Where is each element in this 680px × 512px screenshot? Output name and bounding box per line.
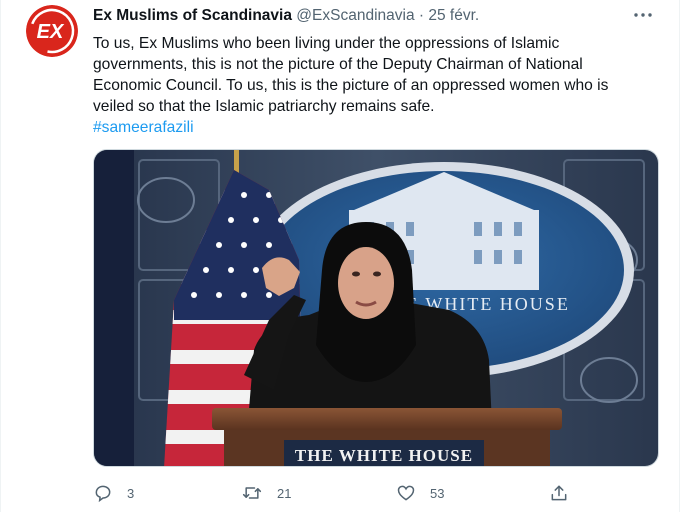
avatar[interactable]: EX — [26, 5, 78, 57]
podium-text: THE WHITE HOUSE — [295, 446, 473, 465]
like-count: 53 — [430, 485, 445, 501]
share-button[interactable] — [549, 480, 569, 506]
reply-bubble-icon — [93, 483, 113, 503]
reply-count: 3 — [127, 485, 135, 501]
hashtag-link[interactable]: #sameerafazili — [93, 117, 194, 138]
more-dots-icon[interactable] — [631, 6, 655, 24]
share-upload-icon — [549, 483, 569, 503]
tweet-photo[interactable]: THE WHITE HOUSE THE WHITE HOUSE — [93, 149, 659, 467]
tweet-card[interactable]: EX Ex Muslims of Scandinavia @ExScandina… — [0, 0, 680, 512]
retweet-arrows-icon — [241, 483, 263, 503]
tweet-header: Ex Muslims of Scandinavia @ExScandinavia… — [93, 6, 619, 28]
like-button[interactable]: 53 — [396, 480, 444, 506]
tweet-actions: 3 21 53 — [93, 480, 573, 506]
heart-icon — [396, 483, 416, 503]
author-handle[interactable]: @ExScandinavia — [296, 7, 414, 24]
tweet-date[interactable]: 25 févr. — [428, 7, 479, 24]
retweet-count: 21 — [277, 485, 292, 501]
author-name[interactable]: Ex Muslims of Scandinavia — [93, 7, 292, 24]
tweet-text: To us, Ex Muslims who been living under … — [93, 35, 609, 115]
retweet-button[interactable]: 21 — [241, 480, 291, 506]
header-separator: · — [418, 7, 425, 24]
reply-button[interactable]: 3 — [93, 480, 134, 506]
avatar-logo-text: EX — [37, 21, 65, 43]
